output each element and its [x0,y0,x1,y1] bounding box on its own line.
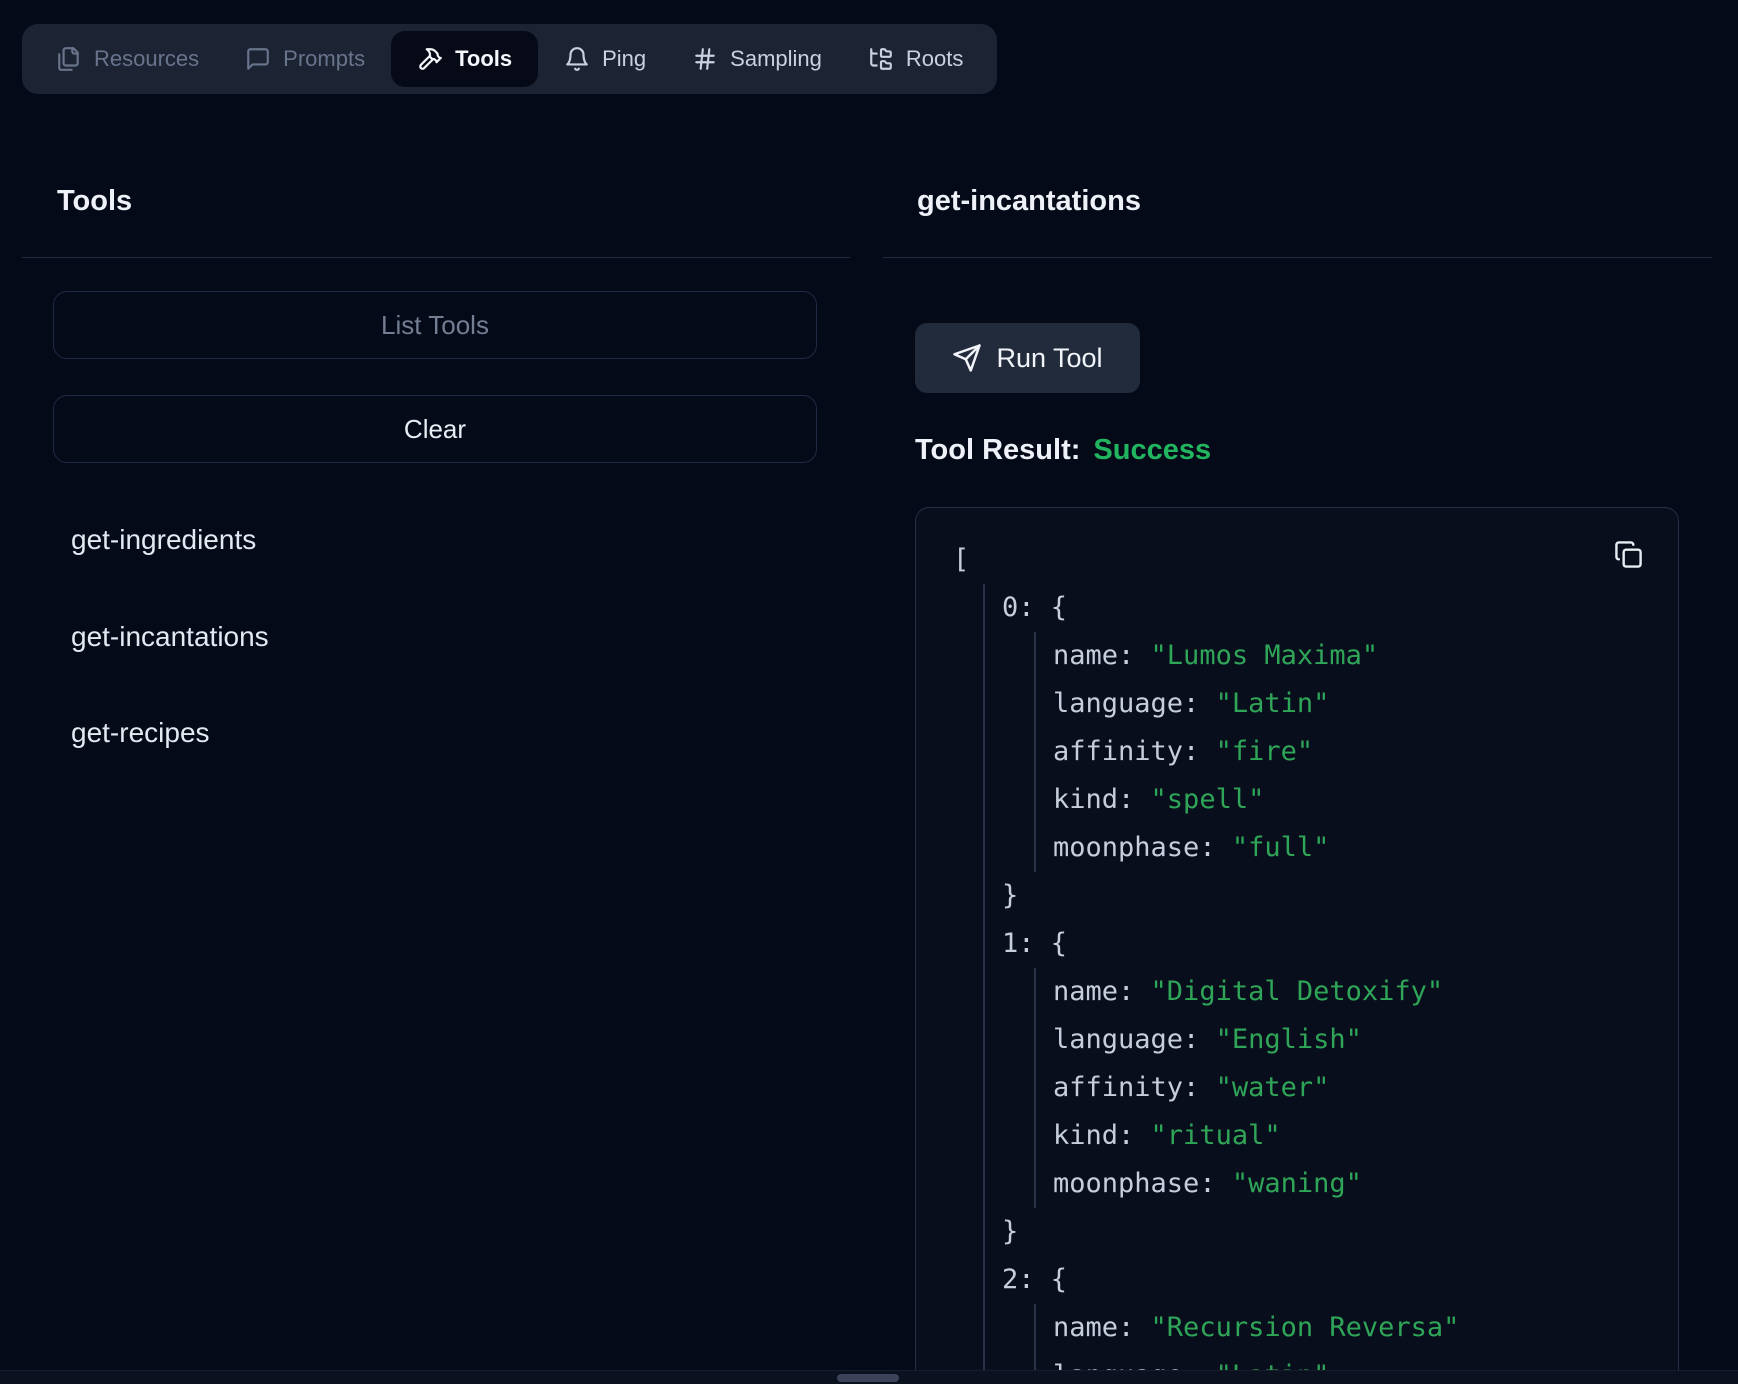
tools-panel-title: Tools [57,183,132,219]
tool-result-status: Success [1093,434,1211,466]
run-tool-label: Run Tool [996,343,1102,374]
json-line: } [1002,1208,1658,1256]
json-line: moonphase: "full" [1053,824,1658,872]
tool-result-box: [0: {name: "Lumos Maxima"language: "Lati… [915,507,1679,1384]
json-line: [ [953,536,1658,584]
run-tool-button[interactable]: Run Tool [915,323,1140,393]
tool-detail-panel: get-incantations Run Tool Tool Result: Su… [883,0,1712,1384]
panel-divider [22,257,850,258]
panel-divider [883,257,1712,258]
json-line: 2: { [1002,1256,1658,1304]
tools-panel: Tools List Tools Clear get-ingredients g… [22,0,850,1384]
json-line: name: "Recursion Reversa" [1053,1304,1658,1352]
json-line: language: "Latin" [1053,680,1658,728]
horizontal-scrollbar [0,1370,1738,1384]
json-line: affinity: "fire" [1053,728,1658,776]
json-object-children: name: "Lumos Maxima"language: "Latin"aff… [1034,632,1658,872]
tool-list-item[interactable]: get-incantations [71,619,269,655]
json-line: 1: { [1002,920,1658,968]
json-line: kind: "spell" [1053,776,1658,824]
tool-result-line: Tool Result: Success [915,434,1211,467]
json-line: affinity: "water" [1053,1064,1658,1112]
json-line: name: "Digital Detoxify" [1053,968,1658,1016]
tool-result-label: Tool Result: [915,434,1080,466]
json-line: } [1002,872,1658,920]
json-line: language: "English" [1053,1016,1658,1064]
json-array-children: 0: {name: "Lumos Maxima"language: "Latin… [983,584,1658,1384]
tool-list-item[interactable]: get-recipes [71,715,210,751]
selected-tool-title: get-incantations [917,183,1141,219]
clear-button[interactable]: Clear [53,395,817,463]
json-object-children: name: "Digital Detoxify"language: "Engli… [1034,968,1658,1208]
list-tools-button[interactable]: List Tools [53,291,817,359]
send-icon [952,343,982,373]
json-line: moonphase: "waning" [1053,1160,1658,1208]
json-tree: [0: {name: "Lumos Maxima"language: "Lati… [953,536,1658,1384]
tool-list-item[interactable]: get-ingredients [71,522,256,558]
mcp-inspector-app: Resources Prompts Tools Ping Sampling [0,0,1738,1384]
horizontal-scrollbar-thumb[interactable] [837,1374,899,1382]
json-line: kind: "ritual" [1053,1112,1658,1160]
json-line: 0: { [1002,584,1658,632]
json-line: name: "Lumos Maxima" [1053,632,1658,680]
